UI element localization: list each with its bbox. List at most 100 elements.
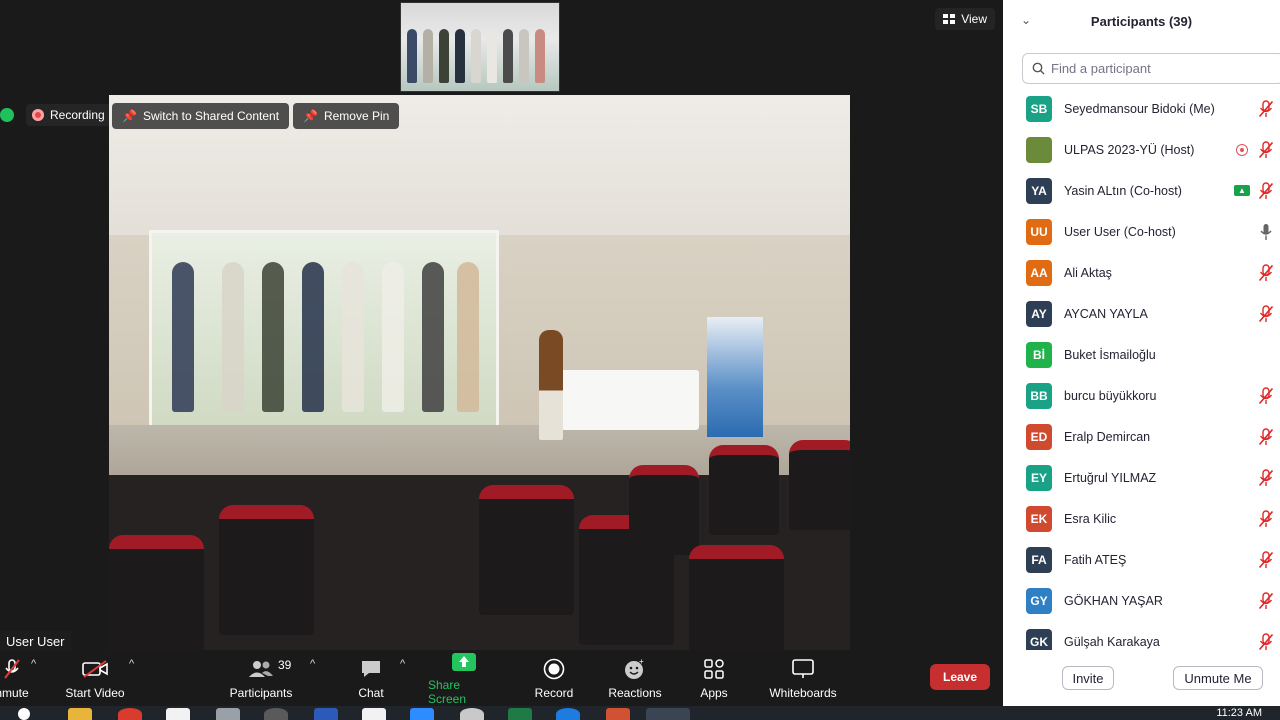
avatar: SB [1026, 95, 1052, 122]
share-screen-button[interactable]: Share Screen [428, 652, 500, 706]
muted-mic-icon[interactable] [1258, 633, 1274, 650]
participants-button[interactable]: 39 Participants [226, 652, 296, 706]
file-explorer-icon[interactable] [68, 708, 92, 720]
remove-pin-button[interactable]: 📌 Remove Pin [293, 103, 400, 129]
muted-mic-icon[interactable] [1258, 510, 1274, 528]
pinned-video[interactable] [109, 95, 850, 650]
panel-footer: Invite Unmute Me [1003, 658, 1280, 698]
muted-mic-icon[interactable] [1258, 428, 1274, 446]
muted-mic-icon[interactable] [1258, 264, 1274, 282]
participant-row[interactable]: ULPAS 2023-YÜ (Host) [1003, 129, 1280, 170]
avatar [1026, 136, 1052, 163]
avatar: AY [1026, 300, 1052, 327]
zoom-taskbar-icon[interactable] [646, 708, 690, 720]
chevron-down-icon[interactable]: ⌄ [1021, 13, 1031, 27]
recording-dot-icon [32, 109, 44, 121]
muted-mic-icon[interactable] [1258, 592, 1274, 610]
participant-row[interactable]: FA Fatih ATEŞ [1003, 539, 1280, 580]
search-input[interactable] [1051, 61, 1271, 76]
excel-icon[interactable] [508, 708, 532, 720]
participants-caret-icon[interactable]: ^ [310, 658, 315, 670]
leave-button[interactable]: Leave [930, 664, 990, 690]
participant-thumbnail[interactable] [400, 2, 560, 92]
view-button[interactable]: View [935, 8, 995, 30]
search-icon[interactable] [18, 708, 30, 720]
reactions-smiley-icon: + [624, 658, 646, 680]
muted-mic-icon[interactable] [1258, 100, 1274, 118]
app-icon[interactable] [264, 708, 288, 720]
unmute-me-button[interactable]: Unmute Me [1173, 666, 1263, 690]
participant-row[interactable]: BB burcu büyükkoru [1003, 375, 1280, 416]
audio-options-caret-icon[interactable]: ^ [31, 658, 36, 670]
participant-row[interactable]: EY Ertuğrul YILMAZ [1003, 457, 1280, 498]
thumb-figure [439, 29, 449, 83]
avatar: GK [1026, 628, 1052, 650]
participant-row[interactable]: GK Gülşah Karakaya [1003, 621, 1280, 650]
invite-button[interactable]: Invite [1062, 666, 1114, 690]
avatar: UU [1026, 218, 1052, 245]
participant-name: Esra Kilic [1064, 511, 1117, 526]
chat-icon [360, 658, 382, 680]
auditorium-seat [219, 505, 314, 635]
participant-row[interactable]: UU User User (Co-host) [1003, 211, 1280, 252]
record-label: Record [534, 686, 574, 700]
muted-mic-icon[interactable] [1258, 469, 1274, 487]
auditorium-seat [709, 445, 779, 535]
video-name-label: User User [0, 631, 71, 651]
unmute-button[interactable]: nmute [0, 652, 30, 706]
chrome-icon[interactable] [118, 708, 142, 720]
start-video-button[interactable]: Start Video [60, 652, 130, 706]
apps-button[interactable]: Apps [694, 652, 734, 706]
record-button[interactable]: Record [528, 652, 580, 706]
screen-figure [342, 262, 364, 412]
avatar: GY [1026, 587, 1052, 614]
participant-row[interactable]: AA Ali Aktaş [1003, 252, 1280, 293]
thumb-figure [519, 29, 529, 83]
apps-icon [704, 658, 724, 680]
participant-row[interactable]: SB Seyedmansour Bidoki (Me) [1003, 88, 1280, 129]
apps-label: Apps [700, 686, 728, 700]
muted-mic-icon[interactable] [1258, 182, 1274, 200]
auditorium-seat [109, 535, 204, 650]
video-off-icon [82, 658, 108, 680]
switch-to-shared-content-button[interactable]: 📌 Switch to Shared Content [112, 103, 290, 129]
participant-row[interactable]: EK Esra Kilic [1003, 498, 1280, 539]
mic-icon[interactable] [1258, 223, 1274, 241]
avatar: BB [1026, 382, 1052, 409]
unmute-label: nmute [0, 686, 29, 700]
powerpoint-icon[interactable] [606, 708, 630, 720]
participant-search[interactable] [1022, 53, 1280, 84]
muted-mic-icon[interactable] [1258, 305, 1274, 323]
avatar: Bİ [1026, 341, 1052, 368]
participant-row[interactable]: ED Eralp Demircan [1003, 416, 1280, 457]
participant-list: SB Seyedmansour Bidoki (Me) ULPAS 2023-YÜ … [1003, 88, 1280, 650]
app-icon[interactable] [362, 708, 386, 720]
app-icon[interactable] [460, 708, 484, 720]
chat-caret-icon[interactable]: ^ [400, 658, 405, 670]
recording-indicator[interactable]: Recording [26, 104, 111, 126]
app-icon[interactable] [410, 708, 434, 720]
screen-figure [222, 262, 244, 412]
security-shield-icon[interactable] [0, 108, 14, 122]
rollup-banner [707, 317, 763, 437]
participant-row[interactable]: AY AYCAN YAYLA [1003, 293, 1280, 334]
video-options-caret-icon[interactable]: ^ [129, 658, 134, 670]
edge-icon[interactable] [556, 708, 580, 720]
svg-text:+: + [639, 658, 644, 666]
participant-name: burcu büyükkoru [1064, 388, 1157, 403]
presentation-desk [559, 370, 699, 430]
word-icon[interactable] [314, 708, 338, 720]
whiteboards-button[interactable]: Whiteboards [766, 652, 840, 706]
speaker-figure [539, 330, 563, 440]
app-icon[interactable] [166, 708, 190, 720]
app-icon[interactable] [216, 708, 240, 720]
participant-row[interactable]: Bİ Buket İsmailoğlu [1003, 334, 1280, 375]
muted-mic-icon[interactable] [1258, 387, 1274, 405]
participant-row[interactable]: YA Yasin ALtın (Co-host) ▲ [1003, 170, 1280, 211]
whiteboards-label: Whiteboards [769, 686, 837, 700]
chat-button[interactable]: Chat [350, 652, 392, 706]
participant-row[interactable]: GY GÖKHAN YAŞAR [1003, 580, 1280, 621]
muted-mic-icon[interactable] [1258, 141, 1274, 159]
muted-mic-icon[interactable] [1258, 551, 1274, 569]
reactions-button[interactable]: + Reactions [604, 652, 666, 706]
